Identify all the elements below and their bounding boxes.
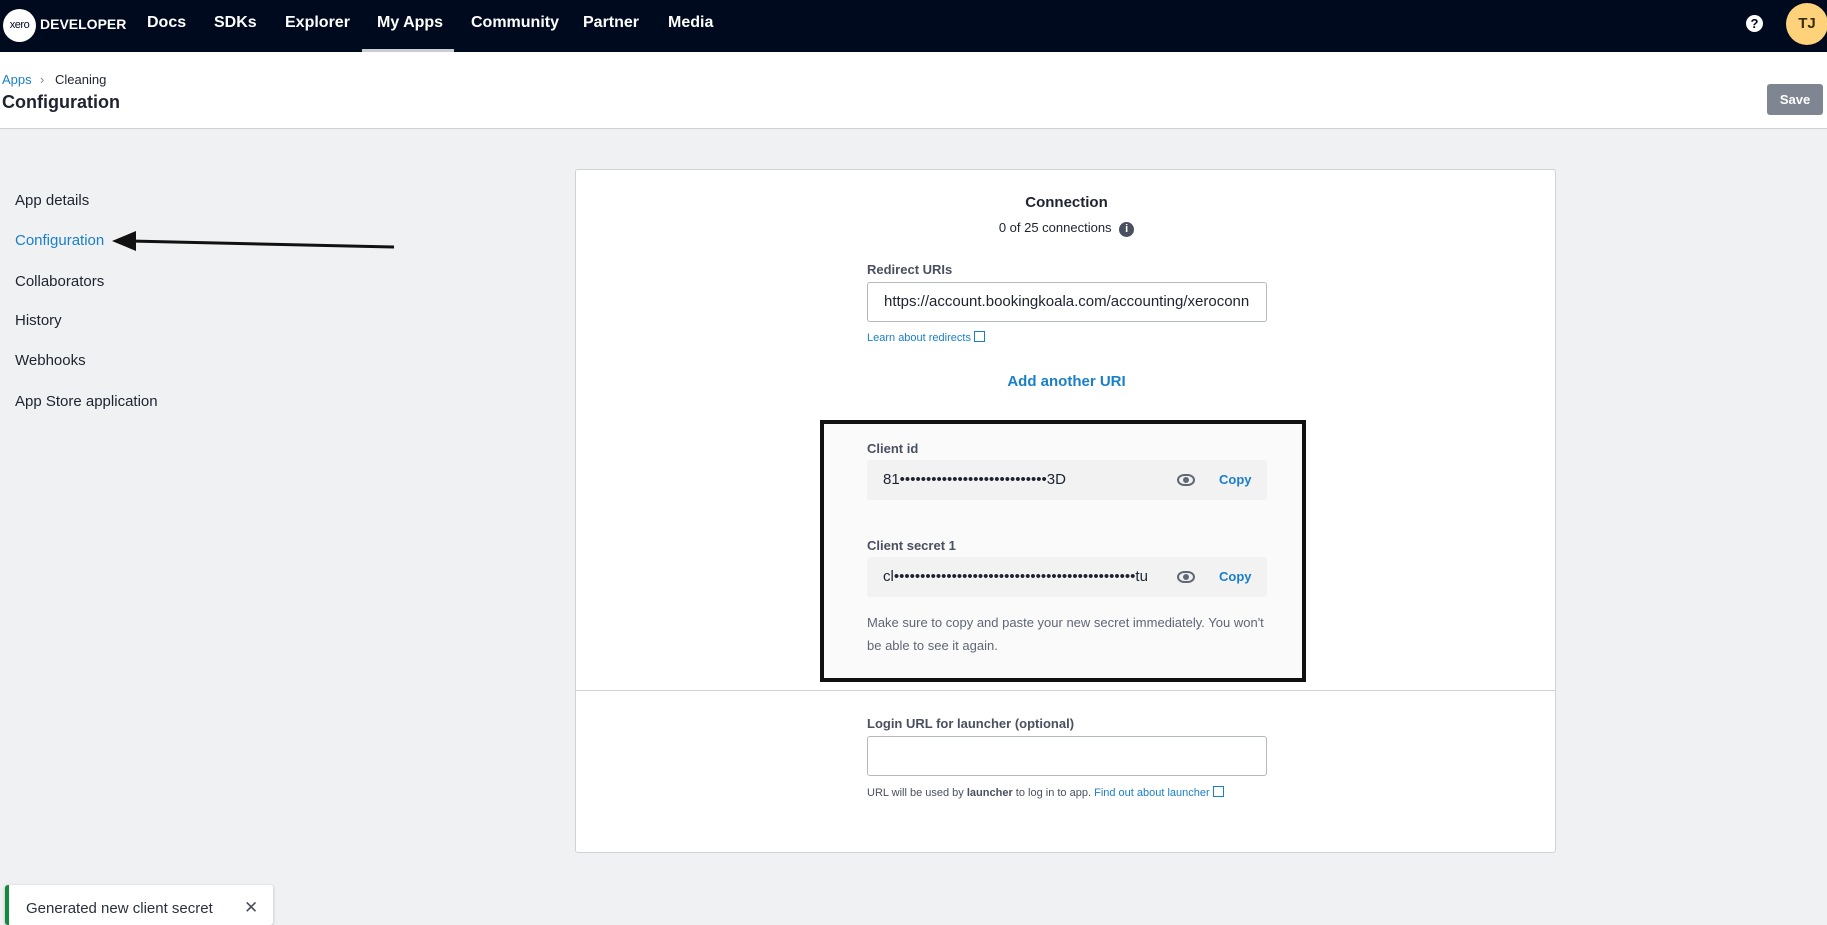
client-id-field: 81••••••••••••••••••••••••••••3D Copy xyxy=(867,460,1267,500)
add-another-uri-button[interactable]: Add another URI xyxy=(576,373,1557,390)
sidebar-item-app-store[interactable]: App Store application xyxy=(15,393,158,410)
eye-icon[interactable] xyxy=(1177,474,1195,486)
sidebar-item-history[interactable]: History xyxy=(15,312,62,329)
info-icon[interactable]: i xyxy=(1119,222,1135,237)
login-url-input[interactable] xyxy=(867,736,1267,776)
connection-title: Connection xyxy=(1025,194,1108,211)
connection-card: Connection 0 of 25 connections i Redirec… xyxy=(575,169,1556,853)
launcher-link-text: Find out about launcher xyxy=(1094,787,1210,799)
xero-logo[interactable]: xero xyxy=(3,9,36,42)
client-secret-label: Client secret 1 xyxy=(867,538,956,553)
nav-partner[interactable]: Partner xyxy=(583,14,639,32)
client-credentials-box: Client id 81••••••••••••••••••••••••••••… xyxy=(820,420,1306,682)
sidebar-item-webhooks[interactable]: Webhooks xyxy=(15,352,86,369)
nav-docs[interactable]: Docs xyxy=(147,14,186,32)
avatar[interactable]: TJ xyxy=(1786,3,1827,45)
brand-label[interactable]: DEVELOPER xyxy=(40,16,126,32)
external-link-icon xyxy=(973,331,985,342)
learn-redirects-text: Learn about redirects xyxy=(867,332,971,344)
external-link-icon xyxy=(1212,786,1224,797)
redirect-uri-input[interactable]: https://account.bookingkoala.com/account… xyxy=(867,282,1267,322)
page-title: Configuration xyxy=(2,92,120,112)
connection-count-text: 0 of 25 connections xyxy=(998,220,1112,235)
connection-count: 0 of 25 connections i xyxy=(576,220,1557,237)
nav-my-apps[interactable]: My Apps xyxy=(377,14,443,32)
hint-text-post: to log in to app. xyxy=(1015,787,1092,799)
nav-media[interactable]: Media xyxy=(668,14,713,32)
breadcrumb-separator: › xyxy=(40,72,45,87)
save-button[interactable]: Save xyxy=(1767,84,1823,115)
eye-icon[interactable] xyxy=(1177,571,1195,583)
nav-sdks[interactable]: SDKs xyxy=(214,14,257,32)
launcher-hint: URL will be used by launcher to log in t… xyxy=(867,786,1224,799)
learn-redirects-link[interactable]: Learn about redirects xyxy=(867,331,985,344)
nav-explorer[interactable]: Explorer xyxy=(285,14,350,32)
client-id-value: 81••••••••••••••••••••••••••••3D xyxy=(883,471,1066,488)
toast-message: Generated new client secret xyxy=(26,900,213,917)
redirect-uris-label: Redirect URIs xyxy=(867,262,953,277)
divider xyxy=(576,690,1555,691)
client-secret-value: cl••••••••••••••••••••••••••••••••••••••… xyxy=(883,568,1148,585)
nav-community[interactable]: Community xyxy=(471,14,559,32)
sidebar-item-configuration[interactable]: Configuration xyxy=(15,232,104,249)
help-icon[interactable]: ? xyxy=(1746,15,1763,32)
find-out-launcher-link[interactable]: Find out about launcher xyxy=(1094,786,1224,799)
top-nav: xero DEVELOPER Docs SDKs Explorer My App… xyxy=(0,0,1827,52)
breadcrumb-apps[interactable]: Apps xyxy=(2,72,32,87)
secret-note: Make sure to copy and paste your new sec… xyxy=(867,615,1264,653)
toast-notification: Generated new client secret ✕ xyxy=(5,885,273,925)
hint-text: URL will be used by xyxy=(867,787,964,799)
page-header: Apps › Cleaning Configuration Save xyxy=(0,52,1827,129)
client-secret-field: cl••••••••••••••••••••••••••••••••••••••… xyxy=(867,557,1267,597)
close-icon[interactable]: ✕ xyxy=(244,898,258,918)
breadcrumb-cleaning: Cleaning xyxy=(55,72,107,87)
client-id-label: Client id xyxy=(867,441,919,456)
annotation-arrow-icon xyxy=(112,231,395,251)
copy-client-id-button[interactable]: Copy xyxy=(1219,460,1252,500)
copy-client-secret-button[interactable]: Copy xyxy=(1219,557,1252,597)
login-url-label: Login URL for launcher (optional) xyxy=(867,716,1075,731)
sidebar-item-app-details[interactable]: App details xyxy=(15,192,89,209)
sidebar-item-collaborators[interactable]: Collaborators xyxy=(15,273,104,290)
hint-bold: launcher xyxy=(966,787,1013,799)
